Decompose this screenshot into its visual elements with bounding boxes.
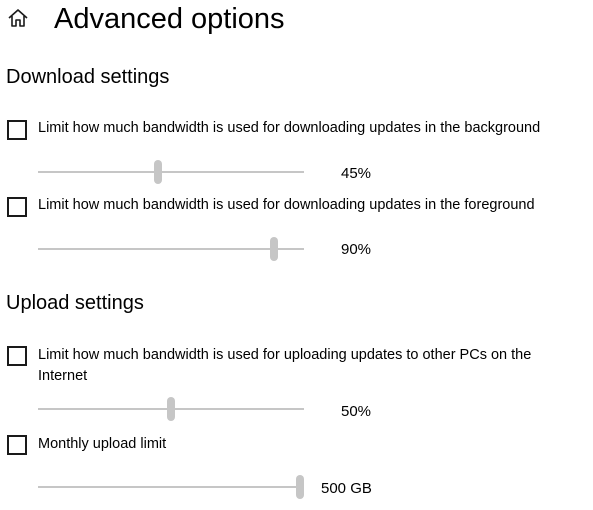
foreground-bandwidth-label: Limit how much bandwidth is used for dow… — [38, 197, 535, 213]
slider-track — [38, 248, 304, 250]
upload-internet-value: 50% — [341, 403, 372, 420]
slider-thumb[interactable] — [154, 160, 163, 184]
monthly-upload-checkbox[interactable] — [7, 435, 27, 455]
background-bandwidth-value: 45% — [341, 165, 372, 182]
foreground-bandwidth-checkbox[interactable] — [7, 197, 27, 217]
page-title: Advanced options — [54, 3, 285, 35]
download-settings-heading: Download settings — [6, 66, 170, 88]
monthly-upload-label: Monthly upload limit — [38, 436, 167, 452]
monthly-upload-slider[interactable] — [38, 475, 304, 499]
upload-settings-heading: Upload settings — [6, 292, 144, 314]
background-bandwidth-label: Limit how much bandwidth is used for dow… — [38, 120, 541, 136]
slider-track — [38, 486, 304, 488]
home-icon[interactable] — [6, 6, 30, 30]
monthly-upload-value: 500 GB — [321, 480, 372, 497]
slider-track — [38, 171, 304, 173]
foreground-bandwidth-slider[interactable] — [38, 237, 304, 261]
background-bandwidth-checkbox[interactable] — [7, 120, 27, 140]
upload-internet-checkbox[interactable] — [7, 346, 27, 366]
upload-internet-label: Limit how much bandwidth is used for upl… — [38, 347, 532, 384]
foreground-bandwidth-value: 90% — [341, 241, 372, 258]
slider-thumb[interactable] — [167, 397, 175, 421]
slider-thumb[interactable] — [270, 237, 279, 261]
background-bandwidth-slider[interactable] — [38, 160, 304, 184]
slider-thumb[interactable] — [296, 475, 304, 499]
upload-internet-slider[interactable] — [38, 397, 304, 421]
